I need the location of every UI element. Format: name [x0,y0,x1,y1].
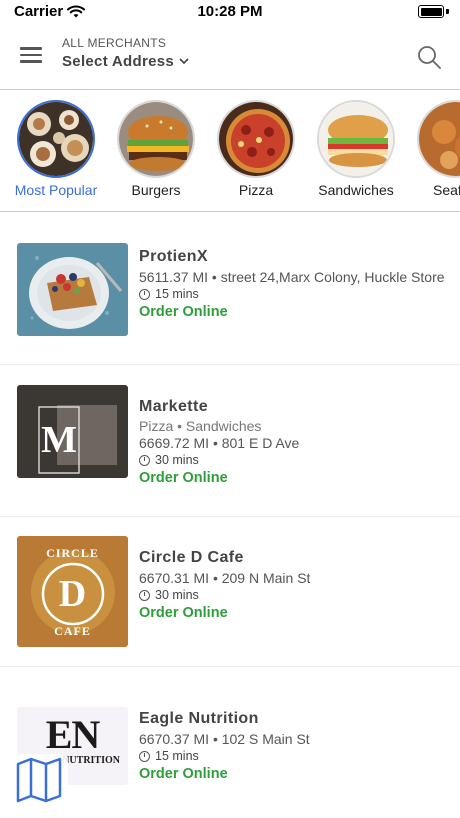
merchant-image: CIRCLE D CAFE [17,536,128,647]
merchant-name: Circle D Cafe [139,549,244,566]
merchant-logo-bottom: CAFE [54,624,91,638]
clock-icon [139,750,150,762]
category-pizza[interactable]: Pizza [211,100,301,198]
order-online-link[interactable]: Order Online [139,470,446,486]
merchant-delivery-time: 15 mins [139,749,446,763]
merchant-name: Markette [139,398,209,415]
battery-tip [446,9,449,14]
category-seafood[interactable]: Seaf [411,100,460,198]
merchant-name: ProtienX [139,248,208,265]
hamburger-icon[interactable] [20,47,42,65]
category-label: Burgers [131,182,181,198]
merchant-info: Eagle Nutrition 6670.37 MI • 102 S Main … [139,710,446,782]
category-label: Most Popular [14,182,98,198]
merchant-info: ProtienX 5611.37 MI • street 24,Marx Col… [139,248,446,320]
merchant-tags: Pizza • Sandwiches [139,418,262,434]
merchant-address: 6670.37 MI • 102 S Main St [139,731,310,747]
category-label: Seaf [433,182,460,198]
merchant-info: Circle D Cafe 6670.31 MI • 209 N Main St… [139,549,446,621]
merchant-delivery-time: 30 mins [139,588,446,602]
category-image [317,100,395,178]
clock-time: 10:28 PM [197,3,263,20]
merchant-address: 6669.72 MI • 801 E D Ave [139,435,300,451]
category-sandwiches[interactable]: Sandwiches [311,100,401,198]
merchant-delivery-time: 30 mins [139,453,446,467]
category-label: Sandwiches [318,182,394,198]
select-address-label: Select Address [62,53,175,70]
merchant-logo-letter: M [41,419,77,461]
merchant-address: 6670.31 MI • 209 N Main St [139,570,311,586]
merchant-image [17,243,128,336]
category-image [17,100,95,178]
header: ALL MERCHANTS Select Address [0,30,460,90]
category-image [217,100,295,178]
merchant-logo-top: CIRCLE [46,546,99,560]
category-burgers[interactable]: Burgers [111,100,201,198]
map-button[interactable] [12,754,68,806]
merchant-address: 5611.37 MI • street 24,Marx Colony, Huck… [139,269,445,285]
order-online-link[interactable]: Order Online [139,766,446,782]
search-icon[interactable] [416,44,442,70]
merchant-image: M [17,385,128,478]
order-online-link[interactable]: Order Online [139,304,446,320]
battery-fill [420,7,442,16]
battery-icon [418,5,444,18]
merchant-logo-letter: D [58,573,87,615]
status-bar: Carrier 10:28 PM [0,0,460,24]
clock-icon [139,454,150,466]
merchant-card[interactable]: EN NUTRITION Eagle Nutrition 6670.37 MI … [0,667,460,818]
merchant-card[interactable]: CIRCLE D CAFE Circle D Cafe 6670.31 MI •… [0,517,460,667]
merchant-card[interactable]: ProtienX 5611.37 MI • street 24,Marx Col… [0,214,460,365]
category-label: Pizza [238,182,274,198]
merchant-time-label: 30 mins [155,453,199,467]
category-image [117,100,195,178]
merchant-time-label: 15 mins [155,287,199,301]
select-address-button[interactable]: Select Address [62,53,189,70]
category-most-popular[interactable]: Most Popular [11,100,101,198]
category-image [417,100,460,178]
clock-icon [139,288,150,300]
map-icon [16,757,62,803]
merchant-delivery-time: 15 mins [139,287,446,301]
chevron-down-icon [179,58,189,65]
merchant-card[interactable]: M Markette Pizza • Sandwiches 6669.72 MI… [0,365,460,517]
clock-icon [139,589,150,601]
merchant-time-label: 30 mins [155,588,199,602]
category-carousel[interactable]: Most Popular Burgers Pizza Sandwiches Se… [0,92,460,212]
merchant-name: Eagle Nutrition [139,710,259,727]
merchant-info: Markette Pizza • Sandwiches 6669.72 MI •… [139,398,446,486]
header-subtitle: ALL MERCHANTS [62,36,167,50]
order-online-link[interactable]: Order Online [139,605,446,621]
merchant-logo-letter: EN [45,712,101,757]
merchant-time-label: 15 mins [155,749,199,763]
